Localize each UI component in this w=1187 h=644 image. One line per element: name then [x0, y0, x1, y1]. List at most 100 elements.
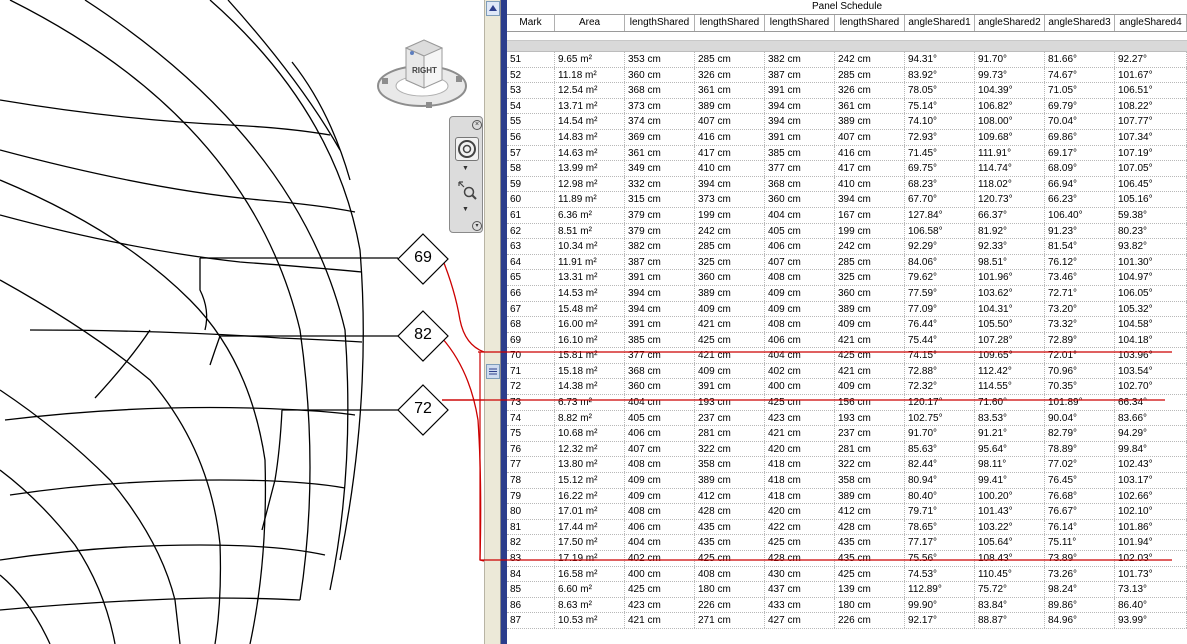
table-cell[interactable]: 404 cm — [765, 207, 835, 223]
table-cell[interactable]: 374 cm — [625, 114, 695, 129]
table-cell[interactable]: 72.93° — [905, 129, 975, 145]
table-cell[interactable]: 408 cm — [765, 270, 835, 285]
table-cell[interactable]: 394 cm — [695, 176, 765, 192]
table-cell[interactable]: 379 cm — [625, 223, 695, 239]
table-cell[interactable]: 53 — [507, 83, 555, 98]
column-header[interactable]: lengthShared — [695, 15, 765, 31]
table-cell[interactable]: 77 — [507, 457, 555, 473]
table-cell[interactable]: 394 cm — [625, 285, 695, 301]
table-cell[interactable]: 63 — [507, 239, 555, 254]
table-cell[interactable]: 68.23° — [905, 176, 975, 192]
table-cell[interactable]: 75 — [507, 426, 555, 441]
table-cell[interactable]: 64 — [507, 254, 555, 270]
table-cell[interactable]: 56 — [507, 129, 555, 145]
table-cell[interactable]: 6.73 m² — [555, 395, 625, 410]
table-cell[interactable]: 106.05° — [1115, 285, 1187, 301]
table-cell[interactable]: 76.12° — [1045, 254, 1115, 270]
table-cell[interactable]: 66.23° — [1045, 192, 1115, 207]
table-cell[interactable]: 68.09° — [1045, 161, 1115, 176]
table-cell[interactable]: 391 cm — [625, 270, 695, 285]
table-cell[interactable]: 74.67° — [1045, 67, 1115, 83]
table-cell[interactable]: 70.35° — [1045, 379, 1115, 395]
table-cell[interactable]: 199 cm — [695, 207, 765, 223]
table-row[interactable]: 56 14.83 m² 369 cm 416 cm 391 cm 407 cm 72.93°… — [507, 129, 1187, 146]
table-cell[interactable]: 358 cm — [695, 457, 765, 473]
table-cell[interactable]: 80 — [507, 504, 555, 519]
table-cell[interactable]: 91.70° — [975, 52, 1045, 67]
table-cell[interactable]: 6.60 m² — [555, 582, 625, 597]
table-cell[interactable]: 66 — [507, 285, 555, 301]
table-cell[interactable]: 101.67° — [1115, 67, 1187, 83]
table-cell[interactable]: 68 — [507, 317, 555, 332]
table-cell[interactable]: 101.86° — [1115, 519, 1187, 535]
table-cell[interactable]: 83.92° — [905, 67, 975, 83]
table-cell[interactable]: 420 cm — [765, 441, 835, 457]
table-cell[interactable]: 8.63 m² — [555, 597, 625, 613]
table-cell[interactable]: 80.94° — [905, 473, 975, 488]
table-cell[interactable]: 199 cm — [835, 223, 905, 239]
table-cell[interactable]: 58 — [507, 161, 555, 176]
table-cell[interactable]: 104.97° — [1115, 270, 1187, 285]
table-cell[interactable]: 120.73° — [975, 192, 1045, 207]
table-cell[interactable]: 17.19 m² — [555, 551, 625, 566]
table-cell[interactable]: 101.94° — [1115, 535, 1187, 550]
table-cell[interactable]: 94.29° — [1115, 426, 1187, 441]
table-cell[interactable]: 91.23° — [1045, 223, 1115, 239]
table-cell[interactable]: 281 cm — [695, 426, 765, 441]
table-cell[interactable]: 102.66° — [1115, 488, 1187, 504]
column-header[interactable]: angleShared2 — [975, 15, 1045, 31]
table-row[interactable]: 53 12.54 m² 368 cm 361 cm 391 cm 326 cm 78.05°… — [507, 83, 1187, 99]
table-row[interactable]: 85 6.60 m² 425 cm 180 cm 437 cm 139 cm 112.89°… — [507, 582, 1187, 598]
table-cell[interactable]: 91.21° — [975, 426, 1045, 441]
table-cell[interactable]: 226 cm — [835, 613, 905, 628]
table-cell[interactable]: 71.45° — [905, 145, 975, 161]
table-cell[interactable]: 69 — [507, 332, 555, 348]
table-cell[interactable]: 12.54 m² — [555, 83, 625, 98]
table-cell[interactable]: 80.23° — [1115, 223, 1187, 239]
table-cell[interactable]: 98.24° — [1045, 582, 1115, 597]
table-cell[interactable]: 139 cm — [835, 582, 905, 597]
table-cell[interactable]: 385 cm — [765, 145, 835, 161]
table-cell[interactable]: 105.64° — [975, 535, 1045, 550]
panel-schedule[interactable]: Panel Schedule Mark Area lengthShared lengt… — [507, 0, 1187, 644]
table-cell[interactable]: 8.51 m² — [555, 223, 625, 239]
table-cell[interactable]: 59.38° — [1115, 207, 1187, 223]
table-cell[interactable]: 93.99° — [1115, 613, 1187, 628]
table-cell[interactable]: 12.98 m² — [555, 176, 625, 192]
table-cell[interactable]: 425 cm — [695, 551, 765, 566]
table-cell[interactable]: 103.17° — [1115, 473, 1187, 488]
table-cell[interactable]: 391 cm — [765, 129, 835, 145]
table-cell[interactable]: 368 cm — [765, 176, 835, 192]
table-cell[interactable]: 73.20° — [1045, 301, 1115, 317]
table-row[interactable]: 54 13.71 m² 373 cm 389 cm 394 cm 361 cm 75.14°… — [507, 98, 1187, 115]
table-cell[interactable]: 83.66° — [1115, 410, 1187, 426]
table-cell[interactable]: 417 cm — [835, 161, 905, 176]
table-cell[interactable]: 409 cm — [625, 488, 695, 504]
table-cell[interactable]: 92.27° — [1115, 52, 1187, 67]
table-cell[interactable]: 78.65° — [905, 519, 975, 535]
table-cell[interactable]: 82.44° — [905, 457, 975, 473]
table-cell[interactable]: 242 cm — [835, 52, 905, 67]
table-cell[interactable]: 69.86° — [1045, 129, 1115, 145]
table-cell[interactable]: 416 cm — [835, 145, 905, 161]
table-cell[interactable]: 16.10 m² — [555, 332, 625, 348]
table-cell[interactable]: 285 cm — [695, 239, 765, 254]
table-cell[interactable]: 102.03° — [1115, 551, 1187, 566]
table-cell[interactable]: 8.82 m² — [555, 410, 625, 426]
table-cell[interactable]: 72.01° — [1045, 348, 1115, 363]
table-cell[interactable]: 72 — [507, 379, 555, 395]
table-cell[interactable]: 368 cm — [625, 363, 695, 379]
table-row[interactable]: 72 14.38 m² 360 cm 391 cm 400 cm 409 cm 72.32°… — [507, 379, 1187, 396]
table-cell[interactable]: 118.02° — [975, 176, 1045, 192]
table-row[interactable]: 59 12.98 m² 332 cm 394 cm 368 cm 410 cm 68.23°… — [507, 176, 1187, 193]
table-cell[interactable]: 15.18 m² — [555, 363, 625, 379]
table-cell[interactable]: 57 — [507, 145, 555, 161]
table-cell[interactable]: 325 cm — [835, 270, 905, 285]
table-cell[interactable]: 85.63° — [905, 441, 975, 457]
table-cell[interactable]: 410 cm — [835, 176, 905, 192]
tag-82[interactable]: 82 — [396, 309, 450, 363]
table-cell[interactable]: 407 cm — [765, 254, 835, 270]
table-cell[interactable]: 75.11° — [1045, 535, 1115, 550]
table-cell[interactable]: 106.45° — [1115, 176, 1187, 192]
table-row[interactable]: 78 15.12 m² 409 cm 389 cm 418 cm 358 cm 80.94°… — [507, 473, 1187, 489]
